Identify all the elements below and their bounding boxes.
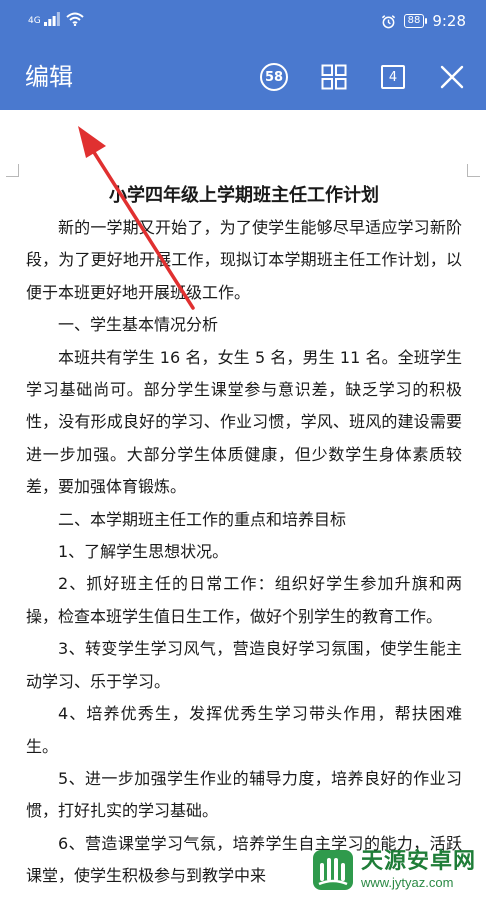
watermark-text: 天源安卓网 www.jytyaz.com bbox=[360, 849, 476, 890]
document-heading: 二、本学期班主任工作的重点和培养目标 bbox=[58, 509, 347, 529]
alarm-icon bbox=[381, 14, 395, 28]
status-time: 9:28 bbox=[432, 12, 466, 30]
document-list-item: 4、培养优秀生，发挥优秀生学习带头作用，帮扶困难生。 bbox=[26, 704, 462, 756]
page-count-badge: 4 bbox=[381, 65, 405, 89]
document-paragraph: 本班共有学生 16 名，女生 5 名，男生 11 名。全班学生学习基础尚可。部分… bbox=[26, 347, 462, 497]
grid-view-button[interactable] bbox=[318, 61, 350, 93]
comments-button[interactable]: 58 bbox=[258, 61, 290, 93]
status-bar-right: 88 9:28 bbox=[381, 12, 466, 30]
page-corner-mark bbox=[6, 164, 19, 177]
document-title: 小学四年级上学期班主任工作计划 bbox=[109, 185, 379, 206]
document-canvas[interactable]: 小学四年级上学期班主任工作计划 新的一学期又开始了，为了使学生能够尽早适应学习新… bbox=[0, 110, 486, 900]
status-bar-left: 4G bbox=[28, 12, 84, 26]
watermark-name: 天源安卓网 bbox=[360, 849, 476, 874]
watermark-url: www.jytyaz.com bbox=[360, 875, 454, 890]
page-corner-mark bbox=[467, 164, 480, 177]
close-button[interactable] bbox=[436, 61, 468, 93]
site-watermark: 天源安卓网 www.jytyaz.com bbox=[311, 848, 476, 892]
document-list-item: 3、转变学生学习风气，营造良好学习氛围，使学生能主动学习、乐于学习。 bbox=[26, 639, 462, 691]
document-body: 小学四年级上学期班主任工作计划 新的一学期又开始了，为了使学生能够尽早适应学习新… bbox=[26, 180, 462, 893]
app-toolbar: 编辑 58 4 bbox=[0, 44, 486, 110]
close-icon bbox=[440, 65, 464, 89]
battery-icon: 88 bbox=[403, 14, 428, 28]
comments-count-badge: 58 bbox=[260, 63, 288, 91]
signal-icon bbox=[43, 12, 60, 26]
grid-icon bbox=[321, 64, 347, 90]
watermark-logo-icon bbox=[312, 850, 353, 890]
network-type-label: 4G bbox=[28, 16, 41, 26]
document-list-item: 2、抓好班主任的日常工作：组织好学生参加升旗和两操，检查本班学生值日生工作，做好… bbox=[26, 574, 462, 626]
document-heading: 一、学生基本情况分析 bbox=[58, 315, 219, 335]
wifi-icon bbox=[66, 12, 84, 26]
edit-button[interactable]: 编辑 bbox=[25, 62, 73, 92]
pages-button[interactable]: 4 bbox=[377, 61, 409, 93]
status-bar: 4G 88 9:28 bbox=[0, 0, 486, 44]
document-list-item: 5、进一步加强学生作业的辅导力度，培养良好的作业习惯，打好扎实的学习基础。 bbox=[26, 768, 462, 821]
document-list-item: 1、了解学生思想状况。 bbox=[58, 542, 229, 562]
document-paragraph: 新的一学期又开始了，为了使学生能够尽早适应学习新阶段，为了更好地开展工作，现拟订… bbox=[26, 218, 462, 302]
